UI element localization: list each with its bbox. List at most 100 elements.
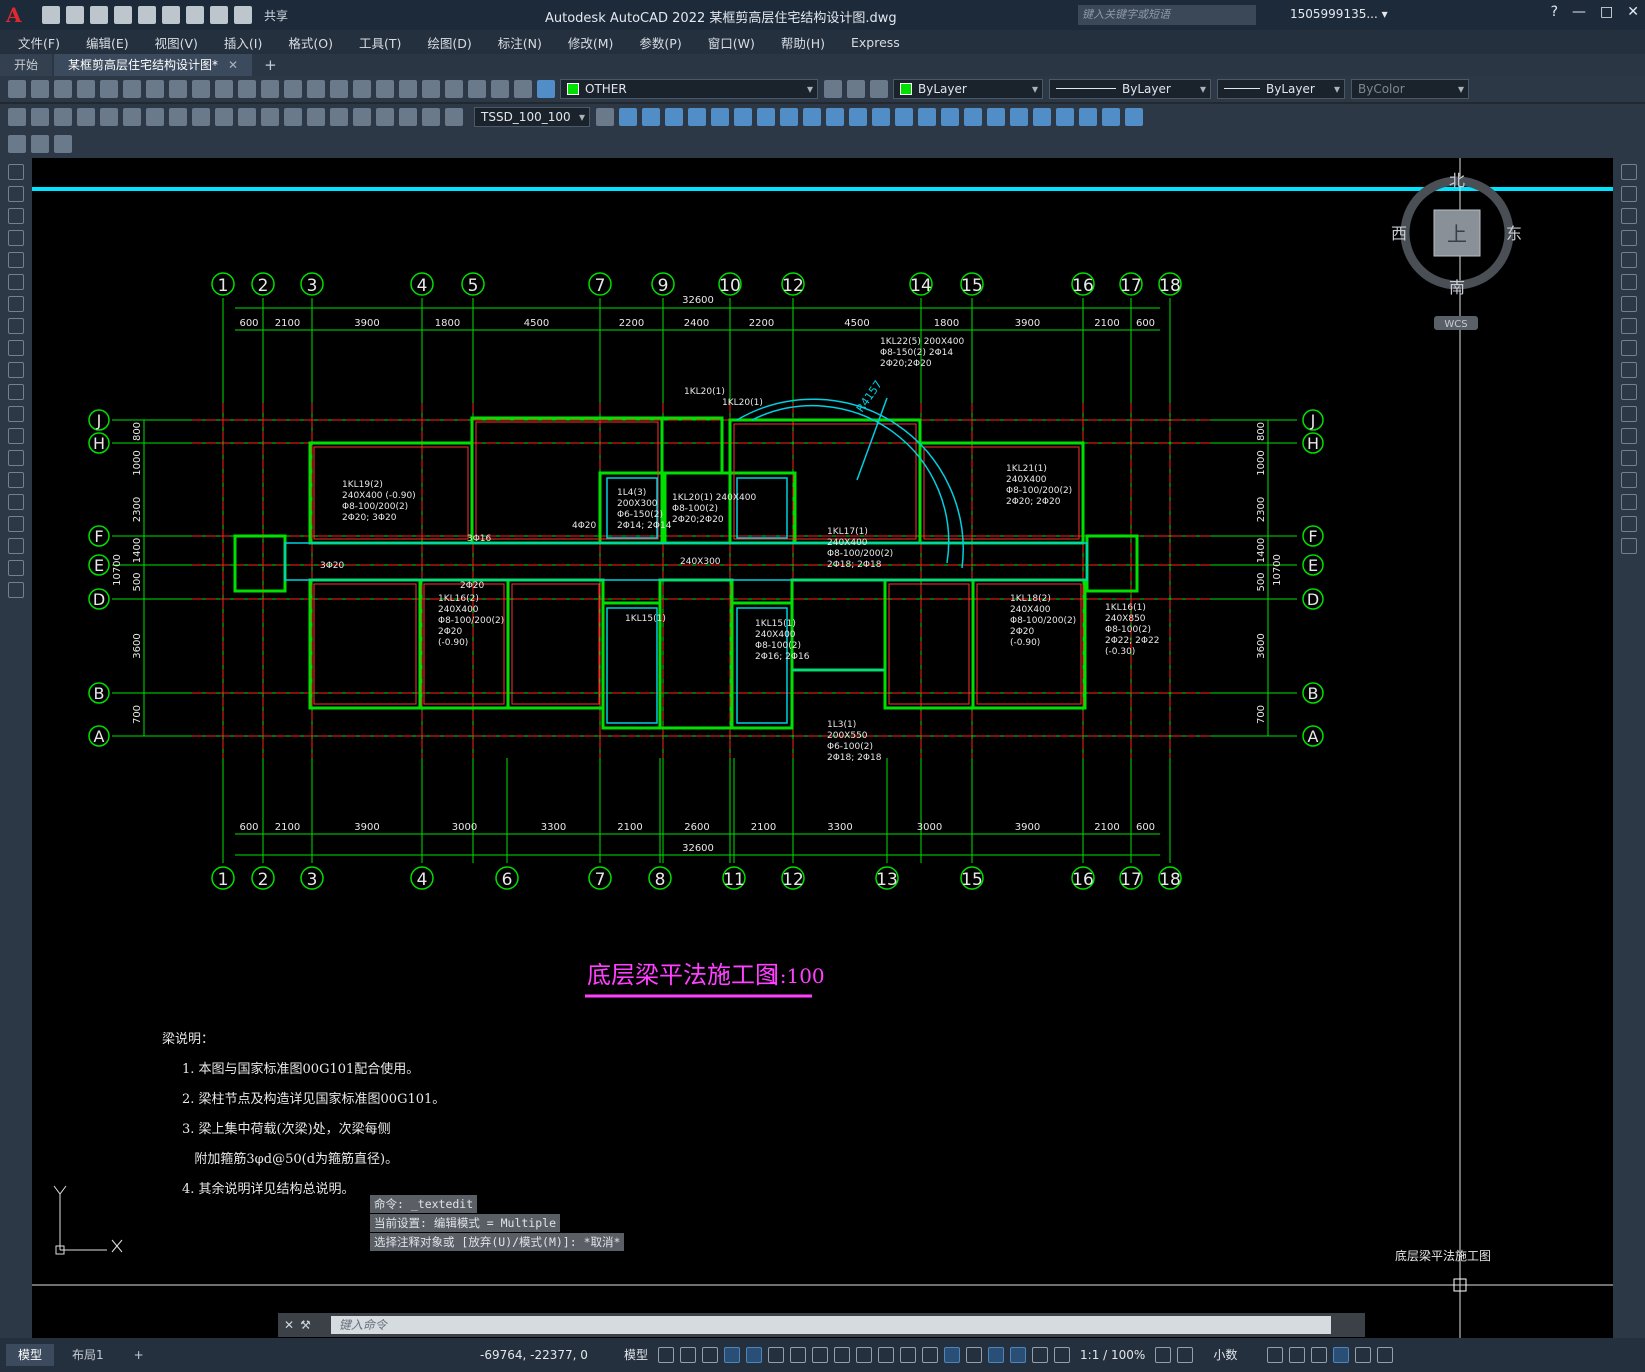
- modify-lengthen-icon[interactable]: [1010, 108, 1028, 126]
- clean-screen-icon[interactable]: [1355, 1346, 1372, 1363]
- table-icon[interactable]: [8, 538, 24, 554]
- 3d-osnap-icon[interactable]: [922, 1346, 939, 1363]
- drawing-canvas[interactable]: 1 2 3 4 5 7 9 10 12 14 15 16 17 18 1 2 3 4 6 7 8 11 12 13 15 16 17…: [32, 158, 1613, 1338]
- save-icon[interactable]: [54, 80, 72, 98]
- preview-icon[interactable]: [100, 80, 118, 98]
- tssd-icon-3[interactable]: [54, 135, 72, 153]
- gradient-icon[interactable]: [8, 494, 24, 510]
- properties-icon[interactable]: [376, 80, 394, 98]
- lineweight-dropdown[interactable]: ByLayer: [1217, 79, 1345, 99]
- share-button[interactable]: 共享: [264, 7, 288, 24]
- explode-icon[interactable]: [1621, 538, 1637, 554]
- modify-pedit-icon[interactable]: [1056, 108, 1074, 126]
- lock-ui-icon[interactable]: [1289, 1346, 1306, 1363]
- modify-explode-icon[interactable]: [964, 108, 982, 126]
- tssd-icon-2[interactable]: [31, 135, 49, 153]
- modify-offset-icon[interactable]: [688, 108, 706, 126]
- viewcube-top[interactable]: 上: [1447, 222, 1467, 246]
- dimstyle-dropdown[interactable]: TSSD_100_100: [474, 107, 590, 127]
- close-button[interactable]: ✕: [1627, 4, 1639, 20]
- command-input[interactable]: 键入命令: [330, 1316, 1331, 1334]
- modify-stretch-icon[interactable]: [803, 108, 821, 126]
- circle-icon[interactable]: [8, 296, 24, 312]
- paste-icon[interactable]: [192, 80, 210, 98]
- ellipse-icon[interactable]: [8, 362, 24, 378]
- pan-icon[interactable]: [284, 80, 302, 98]
- radius-icon[interactable]: [100, 108, 118, 126]
- ordinate-icon[interactable]: [77, 108, 95, 126]
- viewcube[interactable]: 上 北 南 东 西 WCS: [1391, 171, 1522, 330]
- viewcube-south[interactable]: 南: [1449, 278, 1465, 297]
- menu-view[interactable]: 视图(V): [155, 33, 198, 52]
- mirror-icon[interactable]: [1621, 208, 1637, 224]
- help-icon[interactable]: [514, 80, 532, 98]
- mtext-icon[interactable]: [8, 560, 24, 576]
- redo-icon[interactable]: [261, 80, 279, 98]
- annotation-scale-icon[interactable]: [1054, 1346, 1071, 1363]
- modify-array-icon[interactable]: [711, 108, 729, 126]
- tab-drawing[interactable]: 某框剪高层住宅结构设计图* ✕: [54, 54, 253, 76]
- dynamic-input-icon[interactable]: [724, 1346, 741, 1363]
- cut-icon[interactable]: [146, 80, 164, 98]
- modify-copy-icon[interactable]: [642, 108, 660, 126]
- layer-previous-icon[interactable]: [847, 80, 865, 98]
- construction-line-icon[interactable]: [8, 186, 24, 202]
- scale-icon[interactable]: [1621, 318, 1637, 334]
- modify-blend-icon[interactable]: [987, 108, 1005, 126]
- object-snap-tracking-icon[interactable]: [812, 1346, 829, 1363]
- linear-dim-icon[interactable]: [8, 108, 26, 126]
- undo-icon[interactable]: [210, 6, 228, 24]
- menu-window[interactable]: 窗口(W): [708, 33, 755, 52]
- point-icon[interactable]: [8, 450, 24, 466]
- help-icon[interactable]: ?: [1551, 4, 1558, 20]
- markup-icon[interactable]: [468, 80, 486, 98]
- menu-parametric[interactable]: 参数(P): [639, 33, 681, 52]
- menu-help[interactable]: 帮助(H): [781, 33, 825, 52]
- angular-icon[interactable]: [169, 108, 187, 126]
- redo-icon[interactable]: [234, 6, 252, 24]
- dim-break-icon[interactable]: [284, 108, 302, 126]
- rectangle-icon[interactable]: [8, 252, 24, 268]
- quick-dim-icon[interactable]: [192, 108, 210, 126]
- blend-icon[interactable]: [1621, 516, 1637, 532]
- annotation-monitor-icon[interactable]: [1177, 1346, 1194, 1363]
- minimize-button[interactable]: —: [1572, 4, 1586, 20]
- break-point-icon[interactable]: [1621, 406, 1637, 422]
- modify-erase-icon[interactable]: [619, 108, 637, 126]
- add-selected-icon[interactable]: [8, 582, 24, 598]
- tab-start[interactable]: 开始: [0, 54, 53, 76]
- infer-icon[interactable]: [702, 1346, 719, 1363]
- auto-scale-icon[interactable]: [1032, 1346, 1049, 1363]
- insert-block-icon[interactable]: [8, 406, 24, 422]
- plot-icon[interactable]: [77, 80, 95, 98]
- polyline-icon[interactable]: [8, 208, 24, 224]
- erase-icon[interactable]: [1621, 164, 1637, 180]
- dim-style-icon[interactable]: [596, 108, 614, 126]
- graphics-performance-icon[interactable]: [1333, 1346, 1350, 1363]
- publish-icon[interactable]: [123, 80, 141, 98]
- menu-edit[interactable]: 编辑(E): [86, 33, 129, 52]
- customization-icon[interactable]: [1377, 1346, 1394, 1363]
- modify-rotate-icon[interactable]: [757, 108, 775, 126]
- menu-insert[interactable]: 插入(I): [224, 33, 262, 52]
- modify-splinedit-icon[interactable]: [1079, 108, 1097, 126]
- tab-layout1[interactable]: 布局1: [60, 1344, 116, 1366]
- print-icon[interactable]: [186, 6, 204, 24]
- viewcube-north[interactable]: 北: [1449, 171, 1465, 190]
- customize-command-icon[interactable]: ⚒: [300, 1318, 311, 1332]
- menu-tools[interactable]: 工具(T): [359, 33, 401, 52]
- object-snap-icon[interactable]: [834, 1346, 851, 1363]
- aligned-dim-icon[interactable]: [31, 108, 49, 126]
- wcs-menu[interactable]: WCS: [1444, 319, 1467, 330]
- user-account[interactable]: 1505999135... ▾: [1290, 7, 1388, 21]
- modify-hatchedit-icon[interactable]: [1102, 108, 1120, 126]
- modify-fillet-icon[interactable]: [941, 108, 959, 126]
- layer-state-icon[interactable]: [537, 80, 555, 98]
- annotation-visibility-icon[interactable]: [1010, 1346, 1027, 1363]
- close-command-icon[interactable]: ✕: [284, 1318, 294, 1332]
- maximize-button[interactable]: □: [1600, 4, 1613, 20]
- modify-draworder-icon[interactable]: [1125, 108, 1143, 126]
- autocad-logo[interactable]: A: [6, 4, 28, 26]
- dim-update-icon[interactable]: [445, 108, 463, 126]
- revcloud-icon[interactable]: [8, 318, 24, 334]
